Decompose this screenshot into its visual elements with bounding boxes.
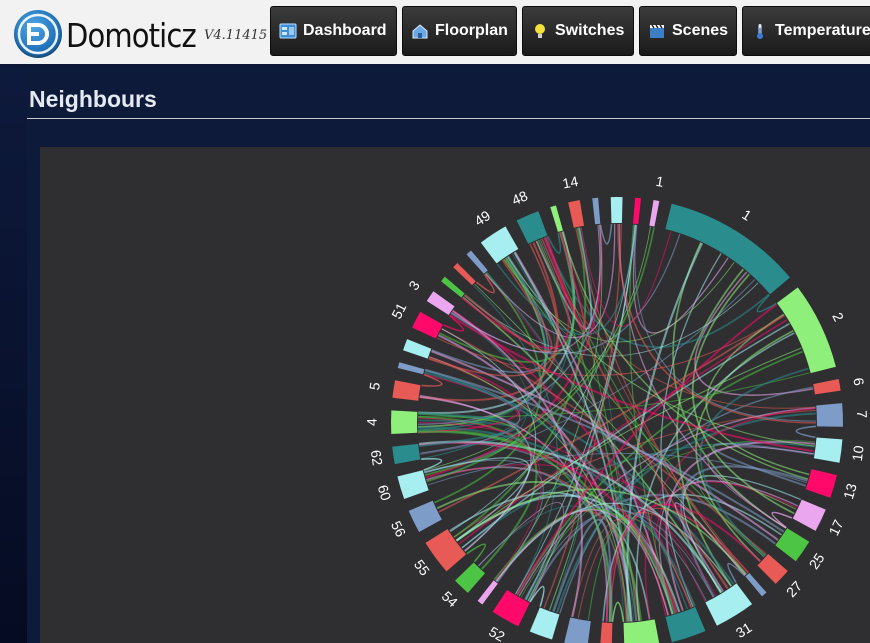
main-content: Neighbours 12671013172527313242464752545… xyxy=(27,66,870,643)
chord-node-arc[interactable] xyxy=(391,410,418,434)
nav-dashboard-button[interactable]: Dashboard xyxy=(270,6,397,56)
chord-node-arc[interactable] xyxy=(480,226,519,264)
chord-node-arc[interactable] xyxy=(757,553,788,584)
chord-node-arc[interactable] xyxy=(816,403,843,427)
chord-node-label: 27 xyxy=(783,578,805,600)
chord-node-arc[interactable] xyxy=(426,291,455,316)
chord-node-arc[interactable] xyxy=(455,562,486,593)
chord-link xyxy=(795,425,817,439)
chord-links xyxy=(417,223,817,623)
chord-node-label: 6 xyxy=(850,376,867,387)
nav-switches-button[interactable]: Switches xyxy=(522,6,634,56)
chord-node-label: 60 xyxy=(375,483,395,503)
chord-node-label: 31 xyxy=(733,619,755,641)
chord-node-arc[interactable] xyxy=(792,499,826,531)
chord-node-label: 7 xyxy=(854,410,870,419)
chord-node-arc[interactable] xyxy=(633,197,642,225)
chord-node-arc[interactable] xyxy=(745,573,767,597)
chord-node-arc[interactable] xyxy=(529,607,560,640)
chord-node-arc[interactable] xyxy=(403,339,432,359)
nav-floorplan-button[interactable]: Floorplan xyxy=(402,6,517,56)
chord-node-arc[interactable] xyxy=(492,590,530,627)
chord-node-arc[interactable] xyxy=(392,443,421,465)
chord-node-arc[interactable] xyxy=(392,380,421,401)
chord-node-arc[interactable] xyxy=(397,470,429,500)
top-bar: Domoticz V4.11415 Dashboard Floorplan Sw… xyxy=(0,0,870,66)
neighbours-chord-diagram[interactable]: 1267101317252731324246475254555660624551… xyxy=(40,147,870,643)
chord-node-label: 56 xyxy=(388,518,409,539)
chord-node-arc[interactable] xyxy=(412,311,443,339)
chord-panel: 1267101317252731324246475254555660624551… xyxy=(40,147,870,643)
nav-temperature-button[interactable]: Temperature xyxy=(742,6,870,56)
chord-node-label: 5 xyxy=(366,381,383,391)
nav-switches-label: Switches xyxy=(555,22,625,39)
chord-node-label: 14 xyxy=(561,173,580,192)
chord-node-arc[interactable] xyxy=(649,199,660,227)
chord-node-arc[interactable] xyxy=(477,580,498,605)
chord-node-label: 55 xyxy=(411,557,433,579)
chord-node-arc[interactable] xyxy=(550,205,563,232)
title-divider xyxy=(27,118,870,119)
chord-node-arc[interactable] xyxy=(408,500,442,533)
chord-node-arc[interactable] xyxy=(441,276,465,298)
page-title: Neighbours xyxy=(29,86,157,112)
chord-node-label: 1 xyxy=(655,173,666,190)
chord-node-arc[interactable] xyxy=(813,379,841,395)
chord-node-arc[interactable] xyxy=(610,196,623,224)
floorplan-icon xyxy=(411,22,429,40)
chord-node-label: 2 xyxy=(829,310,847,324)
chord-node-arc[interactable] xyxy=(568,200,585,228)
nav-temperature-label: Temperature xyxy=(775,22,870,39)
app-name: Domoticz xyxy=(66,16,197,55)
chord-link xyxy=(611,601,625,623)
app-logo[interactable]: Domoticz xyxy=(14,6,214,58)
chord-node-arc[interactable] xyxy=(665,203,790,295)
chord-node-label: 51 xyxy=(388,300,409,321)
chord-node-label: 48 xyxy=(509,187,530,208)
chord-node-arc[interactable] xyxy=(397,362,425,375)
chord-node-label: 13 xyxy=(840,481,860,501)
chord-node-arc[interactable] xyxy=(453,263,476,286)
chord-link xyxy=(712,442,814,487)
chord-node-arc[interactable] xyxy=(623,619,660,643)
chord-node-label: 4 xyxy=(364,418,380,426)
thermometer-icon xyxy=(751,22,769,40)
chord-node-label: 25 xyxy=(806,550,828,572)
chord-node-label: 17 xyxy=(825,517,846,538)
chord-node-label: 3 xyxy=(405,277,423,293)
nav-dashboard-label: Dashboard xyxy=(303,22,387,39)
app-version: V4.11415 xyxy=(204,28,268,43)
chord-node-arc[interactable] xyxy=(776,287,836,374)
chord-node-label: 49 xyxy=(471,207,493,229)
chord-node-label: 1 xyxy=(739,206,754,224)
chord-node-label: 54 xyxy=(439,588,461,610)
chord-link xyxy=(756,294,777,313)
chord-node-label: 10 xyxy=(849,444,867,462)
chord-node-arc[interactable] xyxy=(564,617,591,643)
chord-node-arc[interactable] xyxy=(813,437,843,463)
dashboard-icon xyxy=(279,22,297,40)
lightbulb-icon xyxy=(531,22,549,40)
chord-node-arc[interactable] xyxy=(466,250,488,274)
nav-scenes-button[interactable]: Scenes xyxy=(639,6,737,56)
chord-node-label: 62 xyxy=(368,449,386,467)
left-strip xyxy=(0,66,27,643)
chord-node-arc[interactable] xyxy=(805,469,837,498)
clapperboard-icon xyxy=(648,22,666,40)
chord-node-arc[interactable] xyxy=(592,197,601,225)
chord-node-arc[interactable] xyxy=(425,529,467,572)
domoticz-logo-icon xyxy=(14,10,62,58)
chord-node-arc[interactable] xyxy=(600,622,613,643)
nav-scenes-label: Scenes xyxy=(672,22,729,39)
nav-floorplan-label: Floorplan xyxy=(435,22,508,39)
chord-node-label: 52 xyxy=(486,623,508,643)
